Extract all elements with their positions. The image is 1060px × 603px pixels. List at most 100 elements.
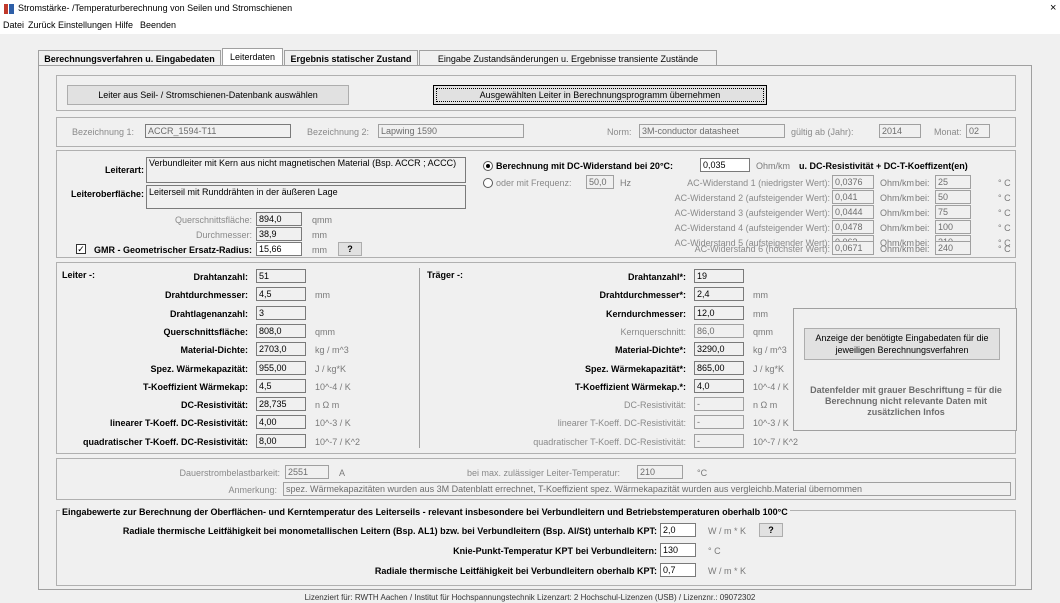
ac-temp-4[interactable]: 100	[935, 220, 971, 234]
gmr-help-button[interactable]: ?	[338, 242, 362, 256]
traeger-unit: mm	[753, 308, 768, 319]
show-required-data-button[interactable]: Anzeige der benötigte Eingabedaten für d…	[804, 328, 1000, 360]
ac-label-2: AC-Widerstand 2 (aufsteigender Wert):	[674, 193, 830, 203]
bezeichnung1-field[interactable]: ACCR_1594-T11	[145, 124, 291, 138]
durchmesser-unit: mm	[312, 230, 327, 240]
tab-berechnungsverfahren[interactable]: Berechnungsverfahren u. Eingabedaten	[38, 50, 221, 66]
leiter-field[interactable]: 4,5	[256, 378, 306, 393]
traeger-unit: n Ω m	[753, 400, 778, 411]
dc-field[interactable]: 0,035	[700, 158, 750, 172]
menu-zurueck[interactable]: Zurück	[28, 20, 56, 30]
traeger-title: Träger -:	[427, 270, 464, 280]
ac-label-4: AC-Widerstand 4 (aufsteigender Wert):	[674, 223, 830, 233]
ac-temp-3[interactable]: 75	[935, 205, 971, 219]
dauerstrom-field[interactable]: 2551	[285, 465, 329, 479]
leiter-unit: 10^-7 / K^2	[315, 436, 360, 447]
radial1-field[interactable]: 2,0	[660, 523, 696, 537]
tab-transiente-zustaende[interactable]: Eingabe Zustandsänderungen u. Ergebnisse…	[419, 50, 717, 66]
gmr-unit: mm	[312, 245, 327, 255]
gmr-field[interactable]: 15,66	[256, 242, 302, 256]
leiter-label: quadratischer T-Koeff. DC-Resistivität:	[82, 436, 248, 447]
leiter-field[interactable]: 8,00	[256, 433, 306, 448]
material-divider	[419, 268, 420, 448]
menu-hilfe[interactable]: Hilfe	[115, 20, 133, 30]
surface-label: Leiteroberfläche:	[70, 189, 144, 199]
freq-field[interactable]: 50,0	[586, 175, 614, 189]
dc-radio[interactable]	[483, 161, 493, 171]
ac-temp-2[interactable]: 50	[935, 190, 971, 204]
querschnitt-label: Querschnittsfläche:	[174, 215, 252, 225]
ac-bei-2: bei:	[915, 193, 930, 203]
thermal-help-button[interactable]: ?	[759, 523, 783, 537]
ac-tunit-3: ° C	[998, 208, 1011, 218]
menu-beenden[interactable]: Beenden	[140, 20, 176, 30]
ac-bei-6: bei:	[915, 244, 930, 254]
leiter-field[interactable]: 4,00	[256, 415, 306, 430]
select-conductor-db-button[interactable]: Leiter aus Seil- / Stromschienen-Datenba…	[67, 85, 349, 105]
menu-einstellungen[interactable]: Einstellungen	[58, 20, 112, 30]
leiter-field[interactable]: 28,735	[256, 397, 306, 412]
traeger-field[interactable]: -	[694, 415, 744, 430]
year-field[interactable]: 2014	[879, 124, 921, 138]
ac-field-6[interactable]: 0,0671	[832, 241, 874, 255]
leiter-field[interactable]: 2703,0	[256, 342, 306, 357]
traeger-unit: qmm	[753, 326, 773, 337]
year-label: gültig ab (Jahr):	[791, 127, 854, 137]
tab-leiterdaten[interactable]: Leiterdaten	[222, 48, 283, 66]
traeger-field[interactable]: -	[694, 397, 744, 412]
menu-datei[interactable]: Datei	[3, 20, 24, 30]
ac-field-2[interactable]: 0,041	[832, 190, 874, 204]
norm-field[interactable]: 3M-conductor datasheet	[639, 124, 785, 138]
leiterart-field[interactable]: Verbundleiter mit Kern aus nicht magneti…	[146, 157, 466, 183]
month-field[interactable]: 02	[966, 124, 990, 138]
dc-label: Berechnung mit DC-Widerstand bei 20°C:	[496, 161, 674, 171]
traeger-label: Spez. Wärmekapazität*:	[584, 363, 686, 374]
ac-field-1[interactable]: 0,0376	[832, 175, 874, 189]
traeger-field[interactable]: 12,0	[694, 305, 744, 320]
ac-field-3[interactable]: 0,0444	[832, 205, 874, 219]
traeger-field[interactable]: -	[694, 433, 744, 448]
traeger-field[interactable]: 19	[694, 269, 744, 283]
traeger-label: T-Koeffizient Wärmekap.*:	[574, 381, 686, 392]
traeger-unit: mm	[753, 290, 768, 301]
leiter-field[interactable]: 4,5	[256, 287, 306, 302]
radial2-label: Radiale thermische Leitfähigkeit bei Ver…	[374, 566, 657, 576]
querschnitt-field[interactable]: 894,0	[256, 212, 302, 226]
leiter-field[interactable]: 51	[256, 269, 306, 283]
durchmesser-field[interactable]: 38,9	[256, 227, 302, 241]
maxtemp-label: bei max. zulässiger Leiter-Temperatur:	[467, 468, 621, 478]
radial2-field[interactable]: 0,7	[660, 563, 696, 577]
ac-field-4[interactable]: 0,0478	[832, 220, 874, 234]
tab-ergebnis-statisch[interactable]: Ergebnis statischer Zustand	[284, 50, 418, 66]
traeger-field[interactable]: 3290,0	[694, 342, 744, 357]
leiterart-label: Leiterart:	[104, 165, 144, 175]
kpt-field[interactable]: 130	[660, 543, 696, 557]
surface-field[interactable]: Leiterseil mit Runddrähten in der äußere…	[146, 185, 466, 209]
leiter-field[interactable]: 955,00	[256, 360, 306, 375]
radial1-unit: W / m * K	[708, 526, 746, 536]
leiter-field[interactable]: 808,0	[256, 323, 306, 338]
leiter-label: Spez. Wärmekapazität:	[150, 363, 248, 374]
ac-temp-6[interactable]: 240	[935, 241, 971, 255]
apply-conductor-button[interactable]: Ausgewählten Leiter in Berechnungsprogra…	[433, 85, 767, 105]
maxtemp-field[interactable]: 210	[637, 465, 683, 479]
traeger-field[interactable]: 865,00	[694, 360, 744, 375]
traeger-label: linearer T-Koeff. DC-Resistivität:	[557, 418, 686, 429]
thermal-title: Eingabewerte zur Berechnung der Oberfläc…	[60, 507, 790, 517]
traeger-field[interactable]: 4,0	[694, 378, 744, 393]
ac-temp-1[interactable]: 25	[935, 175, 971, 189]
traeger-field[interactable]: 86,0	[694, 323, 744, 338]
close-icon[interactable]: ×	[1050, 2, 1056, 14]
traeger-unit: J / kg*K	[753, 363, 785, 374]
freq-radio[interactable]	[483, 178, 493, 188]
leiter-field[interactable]: 3	[256, 305, 306, 320]
info-note: Datenfelder mit grauer Beschriftung = fü…	[810, 385, 1002, 417]
bezeichnung2-field[interactable]: Lapwing 1590	[378, 124, 524, 138]
traeger-label: Drahtdurchmesser*:	[599, 290, 686, 301]
ac-unit-2: Ohm/km	[880, 193, 915, 203]
gmr-checkbox[interactable]: ✓	[76, 244, 86, 254]
anmerkung-field[interactable]: spez. Wärmekapazitäten wurden aus 3M Dat…	[283, 482, 1011, 496]
traeger-field[interactable]: 2,4	[694, 287, 744, 302]
dc-suffix: u. DC-Resistivität + DC-T-Koeffizent(en)	[799, 161, 968, 171]
ac-unit-3: Ohm/km	[880, 208, 915, 218]
